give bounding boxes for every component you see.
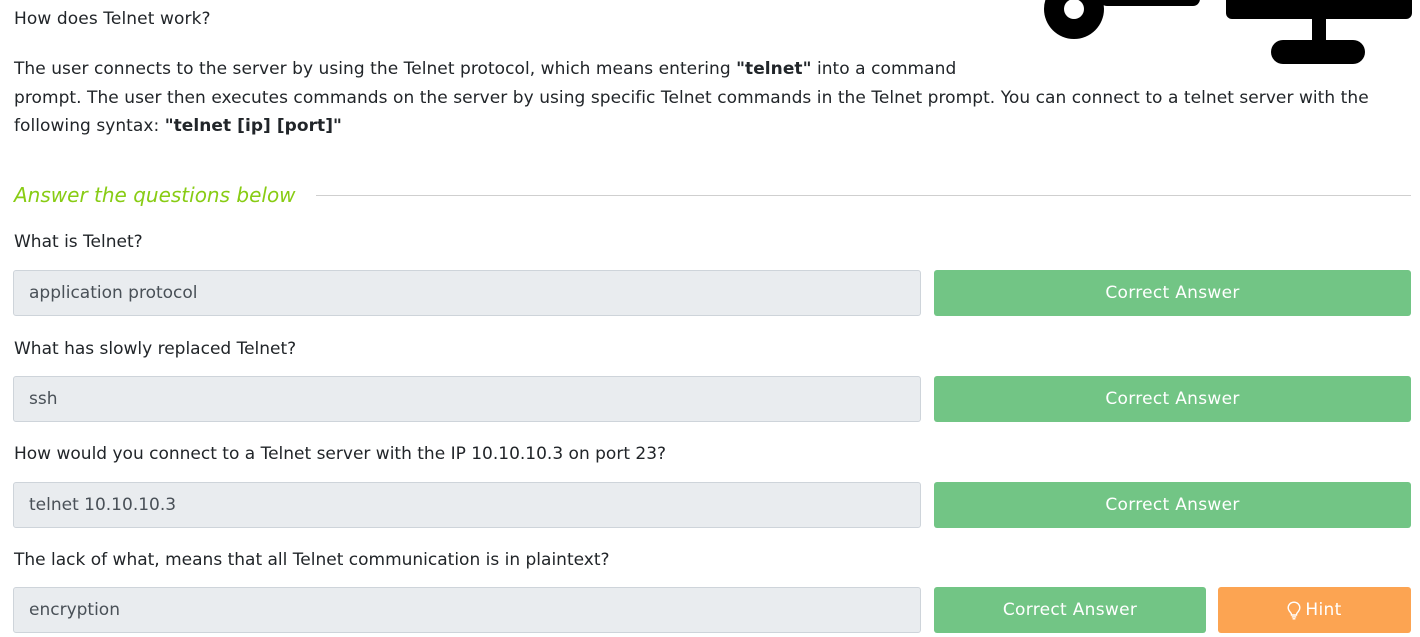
paragraph-bold-text: "telnet" [736, 59, 812, 79]
lightbulb-icon [1287, 600, 1301, 619]
paragraph-text: prompt. The user then executes commands … [14, 87, 1369, 108]
question-text: How would you connect to a Telnet server… [14, 444, 667, 464]
paragraph-text: The user connects to the server by using… [14, 59, 737, 79]
answer-field[interactable]: telnet 10.10.10.3 [13, 482, 921, 528]
hint-button[interactable]: Hint [1218, 587, 1411, 633]
paragraph-bold-text: "telnet [ip] [port]" [164, 116, 342, 136]
correct-answer-button[interactable]: Correct Answer [934, 587, 1206, 633]
answer-field[interactable]: ssh [13, 376, 921, 422]
correct-answer-button[interactable]: Correct Answer [934, 482, 1411, 528]
paragraph-text: into a command [811, 59, 957, 79]
question-text: The lack of what, means that all Telnet … [14, 550, 610, 570]
question-text: What has slowly replaced Telnet? [14, 339, 297, 359]
hint-label: Hint [1305, 600, 1342, 620]
section-heading: How does Telnet work? [14, 9, 211, 29]
answer-field[interactable]: application protocol [13, 270, 921, 316]
paragraph-text: following syntax: [14, 116, 165, 136]
task-content: How does Telnet work? The user connects … [0, 0, 1420, 637]
correct-answer-button[interactable]: Correct Answer [934, 376, 1411, 422]
divider [315, 194, 1411, 196]
section-paragraph: The user connects to the server by using… [14, 55, 1414, 141]
correct-answer-button[interactable]: Correct Answer [934, 270, 1411, 316]
answer-section-title: Answer the questions below [14, 183, 296, 207]
question-text: What is Telnet? [14, 232, 143, 252]
answer-section-header: Answer the questions below [14, 180, 1411, 210]
answer-field[interactable]: encryption [13, 587, 921, 633]
